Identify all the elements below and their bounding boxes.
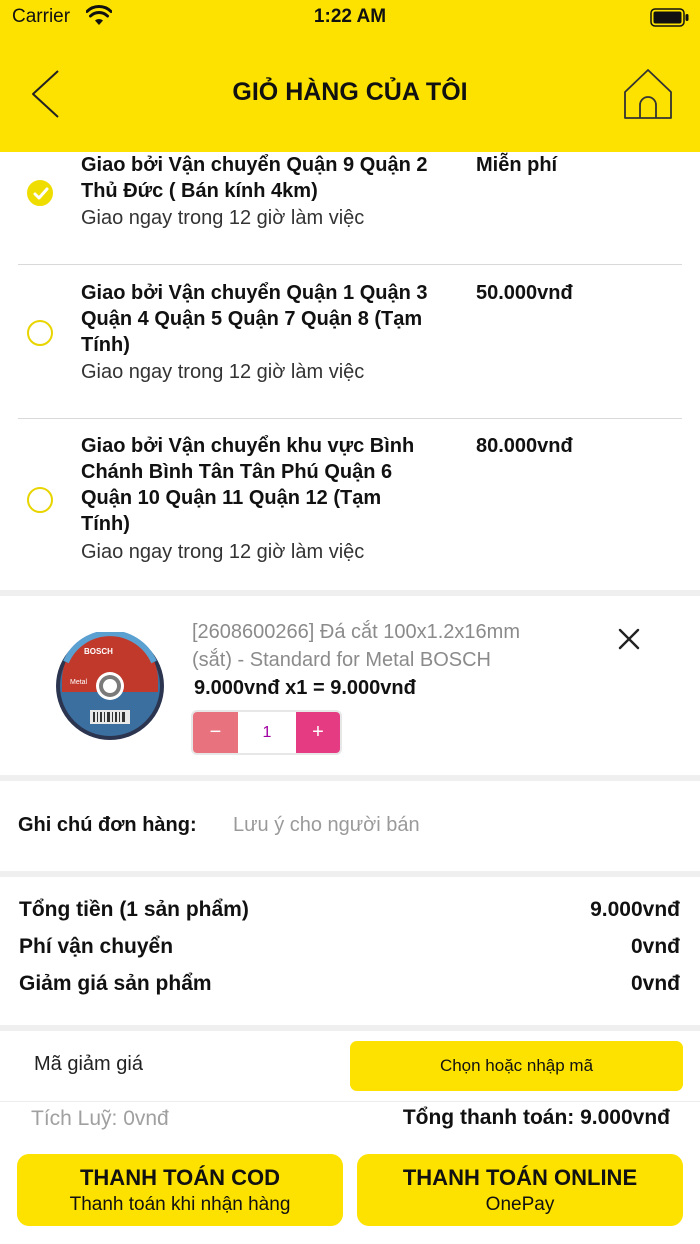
product-price: 9.000vnđ x1 = 9.000vnđ — [194, 677, 416, 699]
shipping-name-line: Chánh Bình Tân Tân Phú Quận 6 — [81, 461, 393, 483]
shipping-fee-label: Phí vận chuyển — [19, 935, 174, 958]
pay-cod-button[interactable]: THANH TOÁN COD Thanh toán khi nhận hàng — [17, 1154, 343, 1226]
subtotal-label: Tổng tiền (1 sản phẩm) — [19, 898, 249, 921]
section-separator — [0, 775, 700, 781]
subtotal-value: 9.000vnđ — [590, 898, 680, 921]
discount-label: Giảm giá sản phẩm — [19, 972, 212, 995]
shipping-name-line: Quận 10 Quận 11 Quận 12 (Tạm — [81, 487, 382, 509]
divider — [0, 1101, 700, 1102]
shipping-name: Giao bởi Vận chuyển Quận 9 Quận 2 Thủ Đứ… — [81, 152, 471, 204]
radio-checked-icon[interactable] — [27, 180, 53, 206]
shipping-note: Giao ngay trong 12 giờ làm việc — [81, 541, 365, 563]
shipping-note: Giao ngay trong 12 giờ làm việc — [81, 361, 365, 383]
order-note-label: Ghi chú đơn hàng: — [18, 814, 197, 836]
section-separator — [0, 1025, 700, 1031]
shipping-price: 80.000vnđ — [476, 435, 573, 457]
home-icon[interactable] — [622, 67, 674, 121]
shipping-name-line: Giao bởi Vận chuyển Quận 1 Quận 3 — [81, 282, 428, 304]
increase-button[interactable]: + — [296, 712, 340, 753]
shipping-fee-value: 0vnđ — [630, 935, 680, 958]
discount-value: 0vnđ — [630, 972, 680, 995]
reward-points: Tích Luỹ: 0vnđ — [31, 1107, 169, 1130]
disc-brand-text: BOSCH — [84, 647, 113, 656]
disc-label-text: Metal — [70, 679, 88, 686]
shipping-name-line: Giao bởi Vận chuyển khu vực Bình — [81, 435, 415, 457]
shipping-price: 50.000vnđ — [476, 282, 573, 304]
radio-unchecked-icon[interactable] — [27, 320, 53, 346]
app-header: GIỎ HÀNG CỦA TÔI — [0, 34, 700, 152]
quantity-input[interactable]: 1 — [238, 712, 296, 753]
pay-cod-title: THANH TOÁN COD — [79, 1165, 281, 1190]
shipping-name: Giao bởi Vận chuyển Quận 1 Quận 3 Quận 4… — [81, 280, 471, 358]
pay-online-title: THANH TOÁN ONLINE — [402, 1165, 638, 1190]
shipping-name-line: Tính) — [81, 513, 130, 535]
choose-coupon-button[interactable]: Chọn hoặc nhập mã — [350, 1041, 683, 1091]
grand-total: Tổng thanh toán: 9.000vnđ — [402, 1106, 670, 1129]
product-image: BOSCH Metal — [56, 632, 164, 740]
quantity-stepper: − 1 + — [191, 710, 342, 755]
close-icon[interactable] — [614, 624, 644, 654]
shipping-price: Miễn phí — [476, 154, 558, 176]
page-title: GIỎ HÀNG CỦA TÔI — [232, 78, 468, 106]
pay-cod-subtitle: Thanh toán khi nhận hàng — [69, 1194, 291, 1215]
shipping-name-line: Tính) — [81, 334, 130, 356]
status-time: 1:22 AM — [313, 6, 387, 27]
shipping-option[interactable]: Giao bởi Vận chuyển Quận 9 Quận 2 Thủ Đứ… — [0, 152, 700, 264]
shipping-name: Giao bởi Vận chuyển khu vực Bình Chánh B… — [81, 433, 471, 537]
shipping-name-line: Thủ Đức ( Bán kính 4km) — [81, 180, 318, 202]
product-name-line: (sắt) - Standard for Metal BOSCH — [192, 649, 491, 671]
status-bar: Carrier 1:22 AM — [0, 0, 700, 34]
shipping-name-line: Quận 4 Quận 5 Quận 7 Quận 8 (Tạm — [81, 308, 423, 330]
radio-unchecked-icon[interactable] — [27, 487, 53, 513]
decrease-button[interactable]: − — [193, 712, 238, 753]
product-name: [2608600266] Đá cắt 100x1.2x16mm (sắt) -… — [192, 618, 612, 674]
shipping-name-line: Giao bởi Vận chuyển Quận 9 Quận 2 — [81, 154, 428, 176]
shipping-option[interactable]: Giao bởi Vận chuyển Quận 1 Quận 3 Quận 4… — [0, 264, 700, 418]
battery-icon — [650, 8, 689, 27]
order-note-input[interactable]: Lưu ý cho người bán — [233, 814, 420, 837]
shipping-option[interactable]: Giao bởi Vận chuyển khu vực Bình Chánh B… — [0, 418, 700, 590]
shipping-note: Giao ngay trong 12 giờ làm việc — [81, 207, 365, 229]
pay-online-button[interactable]: THANH TOÁN ONLINE OnePay — [357, 1154, 683, 1226]
pay-online-subtitle: OnePay — [485, 1194, 555, 1215]
section-separator — [0, 590, 700, 596]
coupon-label: Mã giảm giá — [34, 1053, 143, 1075]
product-name-line: [2608600266] Đá cắt 100x1.2x16mm — [192, 621, 520, 643]
section-separator — [0, 871, 700, 877]
